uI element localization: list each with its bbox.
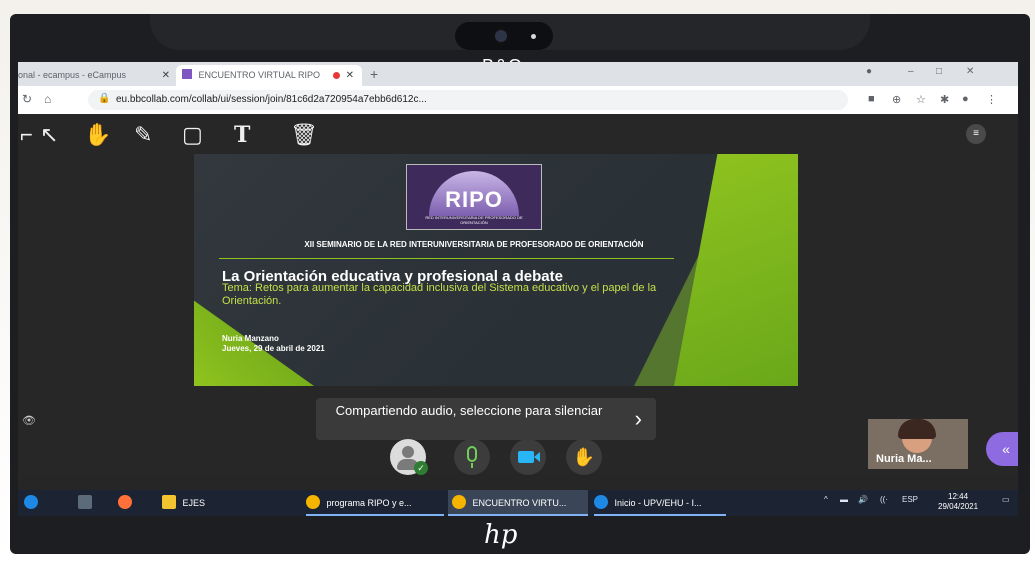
slide-heading: XII SEMINARIO DE LA RED INTERUNIVERSITAR… [304,240,644,249]
audio-share-notice[interactable]: Compartiendo audio, seleccione para sile… [316,398,656,440]
folder-icon [162,495,176,509]
collapse-tools-icon[interactable]: ⌐ [20,122,33,148]
browser-menu-icon[interactable]: ⋮ [986,93,997,106]
active-indicator [306,514,444,516]
pinned-app-icon[interactable] [78,490,96,516]
taskbar-item-inicio-upv[interactable]: Inicio - UPV/EHU - I... [594,490,726,516]
home-icon[interactable]: ⌂ [44,92,51,106]
webcam [455,22,553,50]
recording-icon [333,72,340,79]
laptop-screen: onal - ecampus - eCampus ✕ ENCUENTRO VIR… [18,62,1018,516]
taskbar-item-label: EJES [182,498,206,508]
tab-title: onal - ecampus - eCampus [18,70,127,80]
pan-hand-tool-icon[interactable]: ✋ [84,122,111,148]
camera-lens-icon [534,452,540,462]
address-bar: ↻ ⌂ 🔒 eu.bbcollab.com/collab/ui/session/… [18,86,1018,115]
window-close-icon[interactable]: ✕ [966,66,974,77]
eye-icon[interactable]: 👁 [22,414,36,427]
raise-hand-button[interactable]: ✋ [566,439,602,475]
extensions-icon[interactable]: ✱ [940,93,949,106]
account-avatar-icon[interactable]: ● [962,93,969,105]
participant-name: Nuria Ma... [876,453,932,465]
chrome-icon [306,495,320,509]
language-indicator[interactable]: ESP [902,495,918,504]
slide-topic: Tema: Retos para aumentar la capacidad i… [222,282,657,307]
edge-icon [594,495,608,509]
clock-time: 12:44 [948,492,969,501]
browser-tab-encuentro[interactable]: ENCUENTRO VIRTUAL RIPO ✕ [176,65,362,86]
pointer-tool-icon[interactable]: ↖ [40,122,58,148]
logo-text: RIPO [445,187,503,212]
microphone-stem [471,463,473,468]
my-status-button[interactable]: ✓ [390,439,428,475]
tray-apps-icon[interactable]: ▬ [840,495,848,504]
camera-button[interactable] [510,439,546,475]
clock-date: 29/04/2021 [938,502,979,511]
lock-icon: 🔒 [98,93,111,104]
url-text: eu.bbcollab.com/collab/ui/session/join/8… [116,94,427,105]
active-indicator [594,514,726,516]
audio-share-text: Compartiendo audio, seleccione para sile… [335,403,603,418]
pencil-tool-icon[interactable]: ✎ [134,122,152,148]
avatar-head [402,446,414,458]
taskbar-item-label: ENCUENTRO VIRTU... [472,498,567,508]
new-tab-icon[interactable]: + [370,66,378,82]
collab-favicon-icon [182,69,192,79]
camera-permission-icon[interactable]: ■ [868,93,875,105]
slide-author-block: Nuria Manzano Jueves, 29 de abril de 202… [222,334,325,354]
hp-logo: hp [484,520,518,550]
taskbar-item-programa-ripo[interactable]: programa RIPO y e... [306,490,444,516]
windows-taskbar: EJES programa RIPO y e... ENCUENTRO VIRT… [18,490,1018,516]
active-indicator [448,514,588,516]
skype-icon[interactable] [24,490,42,516]
slide-divider [219,258,674,259]
camera-icon [518,451,534,463]
browser-tab-bar: onal - ecampus - eCampus ✕ ENCUENTRO VIR… [18,62,1018,86]
participant-video[interactable]: Nuria Ma... [868,419,968,469]
microphone-button[interactable] [454,439,490,475]
collaborate-session: ⌐ ↖ ✋ ✎ ▢ T 🗑 ≡ RIPO RED INTERUNIVERSITA… [18,114,1018,475]
reload-icon[interactable]: ↻ [22,92,32,106]
volume-icon[interactable]: 🔊 [858,495,868,504]
webcam-lens [495,30,507,42]
taskbar-item-label: Inicio - UPV/EHU - I... [614,498,702,508]
slide-date: Jueves, 29 de abril de 2021 [222,344,325,353]
participant-hair [898,419,936,439]
check-icon: ✓ [414,461,428,475]
zoom-icon[interactable]: ⊕ [892,93,901,106]
raise-hand-icon: ✋ [572,447,596,467]
tray-chevron-icon[interactable]: ^ [824,495,828,504]
open-panel-button[interactable]: « [986,432,1018,466]
session-menu-button[interactable]: ≡ [966,124,986,144]
notifications-icon[interactable]: ▭ [1002,495,1010,504]
taskbar-item-ejes[interactable]: EJES [162,490,292,516]
shape-tool-icon[interactable]: ▢ [182,122,203,148]
clock[interactable]: 12:44 29/04/2021 [938,492,978,512]
minimize-icon[interactable]: – [908,66,914,77]
slide-author: Nuria Manzano [222,334,279,343]
clear-trash-icon[interactable]: 🗑 [290,122,318,148]
close-icon[interactable]: ✕ [162,65,170,86]
bookmark-star-icon[interactable]: ☆ [916,93,926,106]
webcam-indicator [531,34,536,39]
logo-subtext: RED INTERUNIVERSITARIA DE PROFESORADO DE… [425,215,523,225]
chrome-icon [452,495,466,509]
maximize-icon[interactable]: □ [936,66,942,77]
wifi-icon[interactable]: ((· [880,495,888,504]
firefox-icon[interactable] [118,490,136,516]
taskbar-item-encuentro-virtual[interactable]: ENCUENTRO VIRTU... [448,490,588,516]
shared-slide: RIPO RED INTERUNIVERSITARIA DE PROFESORA… [194,154,798,386]
profile-icon[interactable]: ● [866,66,872,77]
text-tool-icon[interactable]: T [234,122,250,148]
taskbar-item-label: programa RIPO y e... [326,498,412,508]
ripo-logo: RIPO RED INTERUNIVERSITARIA DE PROFESORA… [406,164,542,230]
browser-tab-ecampus[interactable]: onal - ecampus - eCampus ✕ [18,65,178,86]
url-field[interactable]: 🔒 eu.bbcollab.com/collab/ui/session/join… [88,90,848,110]
tab-title: ENCUENTRO VIRTUAL RIPO [198,70,321,80]
close-icon[interactable]: ✕ [346,65,354,86]
chevron-right-icon[interactable]: › [635,406,642,432]
microphone-icon [467,446,477,462]
